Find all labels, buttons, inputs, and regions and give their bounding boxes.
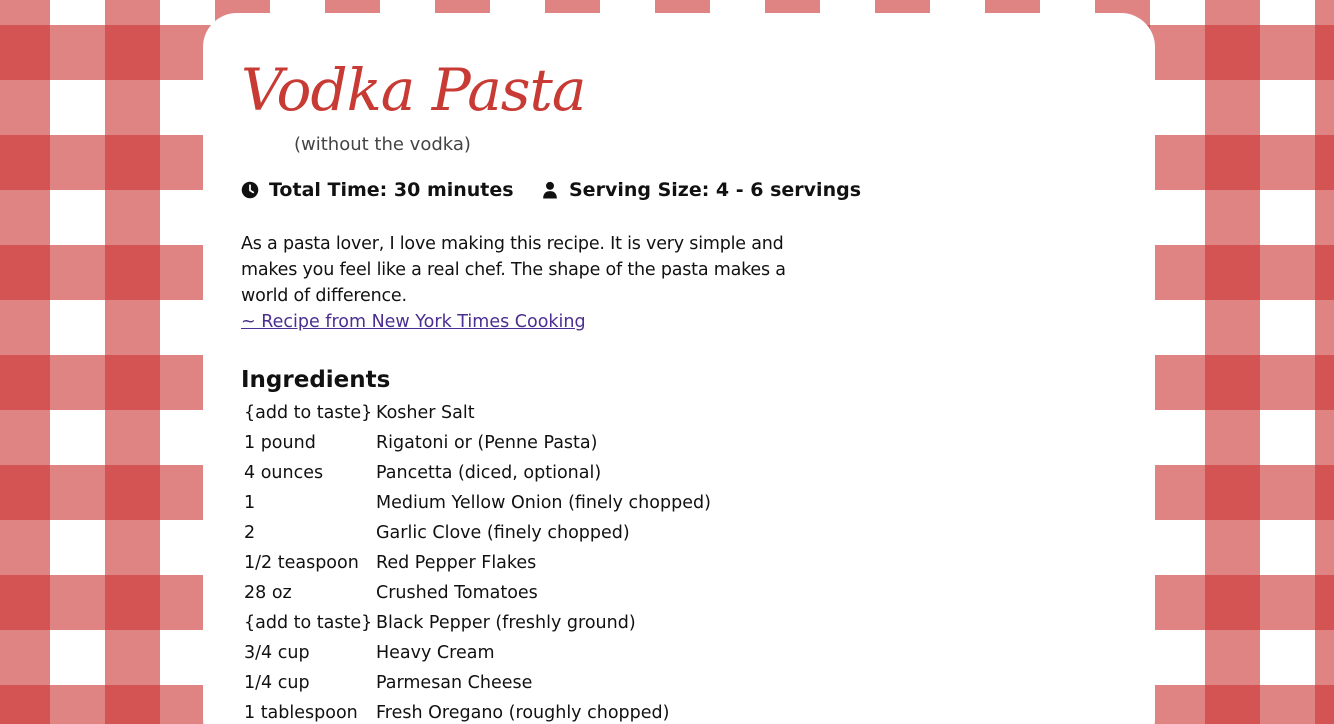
ingredient-quantity: 1 pound [244,433,316,453]
ingredient-quantity: 28 oz [244,583,292,603]
ingredient-name: Medium Yellow Onion (finely chopped) [376,493,711,513]
serving-size-label: Serving Size: 4 - 6 servings [569,179,862,201]
total-time-label: Total Time: 30 minutes [269,179,514,201]
ingredient-name: Fresh Oregano (roughly chopped) [376,703,670,723]
person-icon [543,181,557,199]
ingredients-heading: Ingredients [241,367,391,393]
ingredient-row: 1 pound Rigatoni or (Penne Pasta) [241,428,711,458]
recipe-source-link[interactable]: ~ Recipe from New York Times Cooking [241,309,586,335]
ingredient-row: 4 ounces Pancetta (diced, optional) [241,458,711,488]
ingredient-row: 1/2 teaspoon Red Pepper Flakes [241,548,711,578]
recipe-subtitle: (without the vodka) [294,134,471,155]
ingredient-name: Pancetta (diced, optional) [376,463,602,483]
ingredient-quantity: 1/4 cup [244,673,310,693]
ingredient-name: Garlic Clove (finely chopped) [376,523,630,543]
ingredient-name: Rigatoni or (Penne Pasta) [376,433,598,453]
ingredient-name: Kosher Salt [376,403,475,423]
ingredient-row: {add to taste} Black Pepper (freshly grou… [241,608,711,638]
serving-size: Serving Size: 4 - 6 servings [541,179,861,201]
total-time: Total Time: 30 minutes [241,179,514,201]
ingredients-table: {add to taste} Kosher Salt 1 pound Rigatoni… [241,398,711,724]
ingredient-row: 1 tablespoon Fresh Oregano (roughly chopp… [241,698,711,724]
ingredient-quantity: {add to taste} [244,403,373,423]
ingredient-row: 1/4 cup Parmesan Cheese [241,668,711,698]
ingredient-row: 1 Medium Yellow Onion (finely chopped) [241,488,711,518]
ingredient-name: Parmesan Cheese [376,673,533,693]
recipe-card: Vodka Pasta (without the vodka) Total Ti… [203,13,1155,724]
ingredient-quantity: 4 ounces [244,463,324,483]
ingredient-row: 2 Garlic Clove (finely chopped) [241,518,711,548]
ingredient-name: Red Pepper Flakes [376,553,537,573]
ingredient-name: Crushed Tomatoes [376,583,538,603]
recipe-description: As a pasta lover, I love making this rec… [241,234,786,306]
ingredient-row: {add to taste} Kosher Salt [241,398,711,428]
ingredient-quantity: {add to taste} [244,613,373,633]
ingredient-quantity: 1 tablespoon [244,703,358,723]
ingredient-quantity: 3/4 cup [244,643,310,663]
ingredient-row: 28 oz Crushed Tomatoes [241,578,711,608]
ingredient-name: Heavy Cream [376,643,495,663]
ingredient-name: Black Pepper (freshly ground) [376,613,636,633]
ingredient-quantity: 1/2 teaspoon [244,553,359,573]
ingredient-quantity: 1 [244,493,256,513]
ingredient-row: 3/4 cup Heavy Cream [241,638,711,668]
ingredient-quantity: 2 [244,523,256,543]
clock-icon [241,181,259,199]
recipe-title: Vodka Pasta [241,56,586,124]
